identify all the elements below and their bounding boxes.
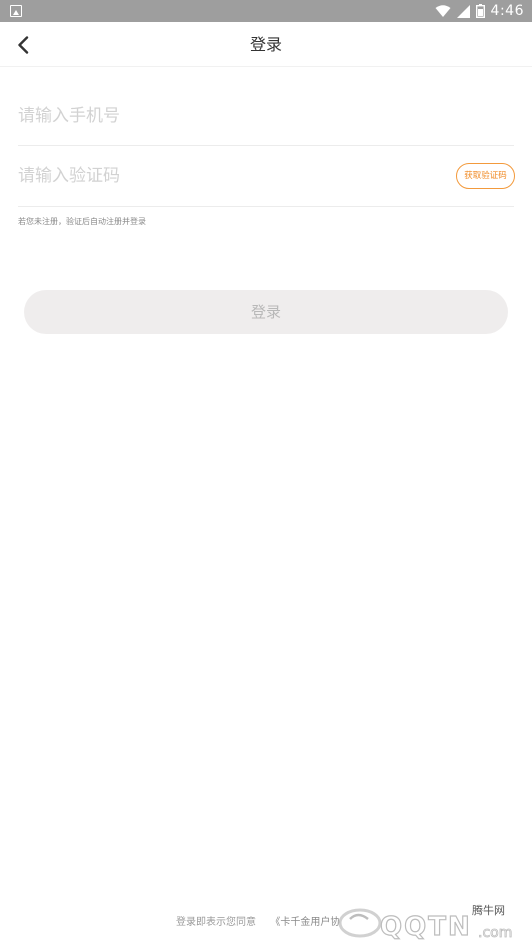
status-time: 4:46 [490,3,524,19]
login-screen: 4:46 登录 获取验证码 若您未注册，验证后自动注册并登录 登录 登录即表示您… [0,0,532,946]
login-button[interactable]: 登录 [24,290,508,334]
register-hint: 若您未注册，验证后自动注册并登录 [18,217,146,226]
watermark-site-name: 腾牛网 [472,904,505,917]
svg-text:.com: .com [478,925,512,941]
svg-text:QQTN: QQTN [380,912,472,942]
phone-row [18,86,514,146]
user-agreement-link[interactable]: 《卡千金用户协 [270,917,340,928]
header: 登录 [0,22,532,67]
agreement-prefix: 登录即表示您同意 [176,917,256,928]
phone-input[interactable] [18,86,514,145]
code-row: 获取验证码 [18,146,515,207]
signal-icon [456,4,470,18]
get-code-button[interactable]: 获取验证码 [456,163,515,189]
back-button[interactable] [8,30,38,60]
verification-code-input[interactable] [18,146,438,206]
status-bar: 4:46 [0,0,532,22]
wifi-icon [435,4,451,17]
chevron-left-icon [18,36,29,54]
notification-image-icon [10,5,22,17]
battery-icon [475,4,485,18]
page-title: 登录 [249,35,282,54]
agreement-text: 登录即表示您同意 《卡千金用户协 [176,913,340,928]
